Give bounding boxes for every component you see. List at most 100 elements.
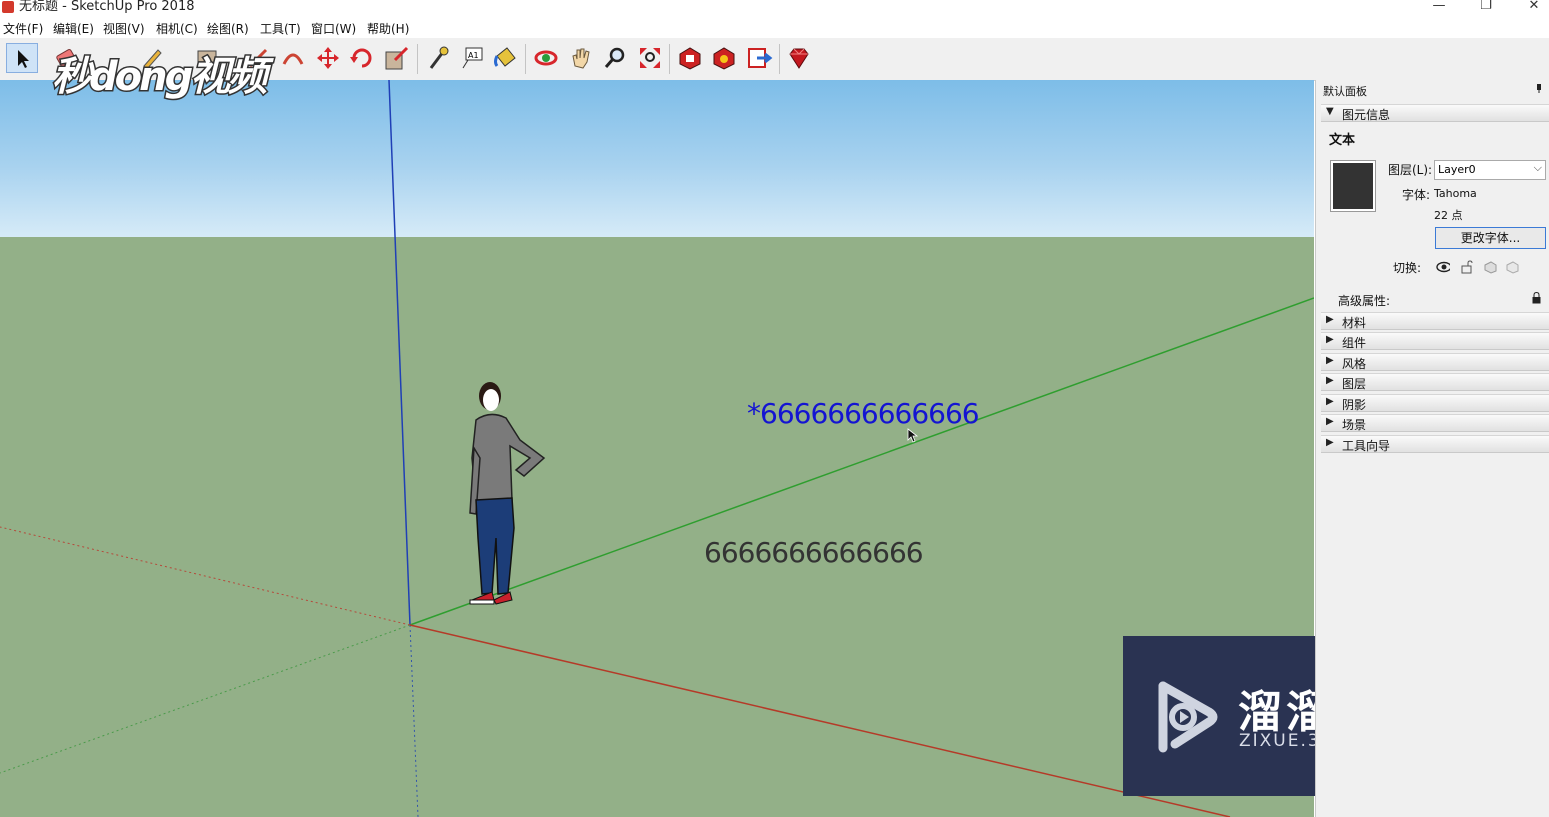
- zoom-tool-button[interactable]: [601, 44, 629, 72]
- collapsed-arrow-icon: ▶: [1326, 375, 1334, 386]
- orbit-tool-button[interactable]: [532, 44, 560, 72]
- arc-tool-button[interactable]: [279, 44, 307, 72]
- toggle-label: 切换:: [1393, 261, 1422, 275]
- layer-dropdown-value: Layer0: [1438, 163, 1476, 176]
- section-instructor-header[interactable]: ▶ 工具向导: [1321, 435, 1549, 453]
- toolbar-separator: [525, 44, 526, 74]
- section-materials-header[interactable]: ▶ 材料: [1321, 312, 1549, 330]
- zoom-extents-tool-button[interactable]: [636, 44, 664, 72]
- toolbar-separator: [669, 44, 670, 74]
- entity-type-label: 文本: [1329, 133, 1356, 148]
- collapsed-arrow-icon: ▶: [1326, 314, 1334, 325]
- red-axis: [409, 624, 1231, 817]
- tape-measure-tool-button[interactable]: [424, 44, 452, 72]
- section-label: 图层: [1342, 377, 1367, 391]
- menu-bar: 文件(F) 编辑(E) 视图(V) 相机(C) 绘图(R) 工具(T) 窗口(W…: [0, 17, 1549, 37]
- scale-icon: [385, 46, 409, 70]
- minimize-button[interactable]: —: [1424, 0, 1454, 14]
- tray-title: 默认面板: [1323, 85, 1367, 98]
- section-label: 工具向导: [1342, 439, 1391, 453]
- chevron-down-icon: ⌵: [1533, 161, 1542, 174]
- scale-tool-button[interactable]: [383, 44, 411, 72]
- section-entity-info-header[interactable]: ▼ 图元信息: [1321, 104, 1549, 122]
- change-font-button[interactable]: 更改字体...: [1435, 227, 1546, 249]
- send-to-layout-tool-button[interactable]: [745, 44, 773, 72]
- collapsed-arrow-icon: ▶: [1326, 355, 1334, 366]
- menu-help[interactable]: 帮助(H): [367, 20, 409, 37]
- warehouse-icon: [679, 47, 701, 70]
- collapsed-arrow-icon: ▶: [1326, 396, 1334, 407]
- section-label: 风格: [1342, 357, 1367, 371]
- collapsed-arrow-icon: ▶: [1326, 437, 1334, 448]
- ruby-gem-icon: [789, 48, 809, 69]
- 3d-text-label[interactable]: 6666666666666: [704, 536, 924, 569]
- section-scenes-header[interactable]: ▶ 场景: [1321, 414, 1549, 432]
- select-tool-button[interactable]: [6, 43, 38, 73]
- section-shadows-header[interactable]: ▶ 阴影: [1321, 394, 1549, 412]
- section-styles-header[interactable]: ▶ 风格: [1321, 353, 1549, 371]
- text-label-icon: A1: [462, 47, 483, 69]
- font-size-value: 22 点: [1434, 209, 1463, 222]
- green-axis-negative: [0, 624, 411, 774]
- sketchup-app-icon: [2, 1, 14, 13]
- scale-figure-person[interactable]: [464, 378, 554, 628]
- section-label: 场景: [1342, 418, 1367, 432]
- play-logo-icon: [1158, 681, 1218, 753]
- magnifier-icon: [604, 47, 625, 68]
- selected-3d-text[interactable]: *6666666666666: [747, 397, 980, 430]
- close-button[interactable]: ✕: [1519, 0, 1549, 14]
- visibility-eye-icon[interactable]: [1436, 260, 1450, 274]
- drawing-axes: [0, 80, 1314, 817]
- extension-warehouse-tool-button[interactable]: [710, 44, 738, 72]
- toolbar-separator: [417, 44, 418, 74]
- menu-file[interactable]: 文件(F): [3, 20, 43, 37]
- hand-icon: [572, 48, 590, 69]
- menu-edit[interactable]: 编辑(E): [53, 20, 94, 37]
- zoom-extents-icon: [640, 48, 660, 68]
- advanced-attributes-label: 高级属性:: [1338, 294, 1391, 308]
- warehouse-tool-button[interactable]: [676, 44, 704, 72]
- text-tool-button[interactable]: A1: [459, 44, 487, 72]
- arrow-cursor-icon: [18, 50, 29, 68]
- section-label: 阴影: [1342, 398, 1367, 412]
- ruby-console-tool-button[interactable]: [785, 44, 813, 72]
- menu-draw[interactable]: 绘图(R): [207, 20, 249, 37]
- paint-bucket-tool-button[interactable]: [491, 44, 519, 72]
- menu-camera[interactable]: 相机(C): [156, 20, 198, 37]
- restore-button[interactable]: ❐: [1471, 0, 1501, 14]
- lock-icon[interactable]: [1532, 292, 1541, 304]
- menu-window[interactable]: 窗口(W): [311, 20, 356, 37]
- rotate-tool-button[interactable]: [348, 44, 376, 72]
- collapsed-arrow-icon: ▶: [1326, 334, 1334, 345]
- cast-shadows-icon[interactable]: [1505, 260, 1519, 274]
- receive-shadows-icon[interactable]: [1483, 260, 1497, 274]
- font-name-value: Tahoma: [1434, 187, 1477, 200]
- move-tool-button[interactable]: [314, 44, 342, 72]
- extension-warehouse-icon: [713, 47, 735, 70]
- section-label: 材料: [1342, 316, 1367, 330]
- font-label: 字体:: [1402, 188, 1431, 202]
- collapsed-arrow-icon: ▶: [1326, 416, 1334, 427]
- move-icon: [317, 47, 339, 69]
- pan-tool-button[interactable]: [567, 44, 595, 72]
- menu-tools[interactable]: 工具(T): [260, 20, 301, 37]
- window-title: 无标题 - SketchUp Pro 2018: [19, 0, 195, 14]
- orbit-icon: [534, 50, 558, 66]
- section-label: 图元信息: [1342, 108, 1391, 122]
- title-bar: 无标题 - SketchUp Pro 2018 — ❐ ✕: [0, 0, 1549, 16]
- arc-icon: [282, 53, 304, 65]
- menu-view[interactable]: 视图(V): [103, 20, 145, 37]
- paint-bucket-icon: [494, 47, 516, 67]
- section-label: 组件: [1342, 336, 1367, 350]
- material-swatch[interactable]: [1330, 160, 1376, 212]
- unlock-icon[interactable]: [1460, 260, 1474, 274]
- section-components-header[interactable]: ▶ 组件: [1321, 332, 1549, 350]
- section-layers-header[interactable]: ▶ 图层: [1321, 373, 1549, 391]
- red-axis-negative: [0, 526, 411, 626]
- mouse-cursor-icon: [907, 428, 919, 443]
- pin-icon[interactable]: [1534, 83, 1544, 93]
- toolbar-separator: [779, 44, 780, 74]
- tape-measure-icon: [429, 46, 449, 69]
- layer-dropdown[interactable]: Layer0 ⌵: [1434, 160, 1546, 180]
- model-viewport[interactable]: *6666666666666 6666666666666: [0, 80, 1314, 817]
